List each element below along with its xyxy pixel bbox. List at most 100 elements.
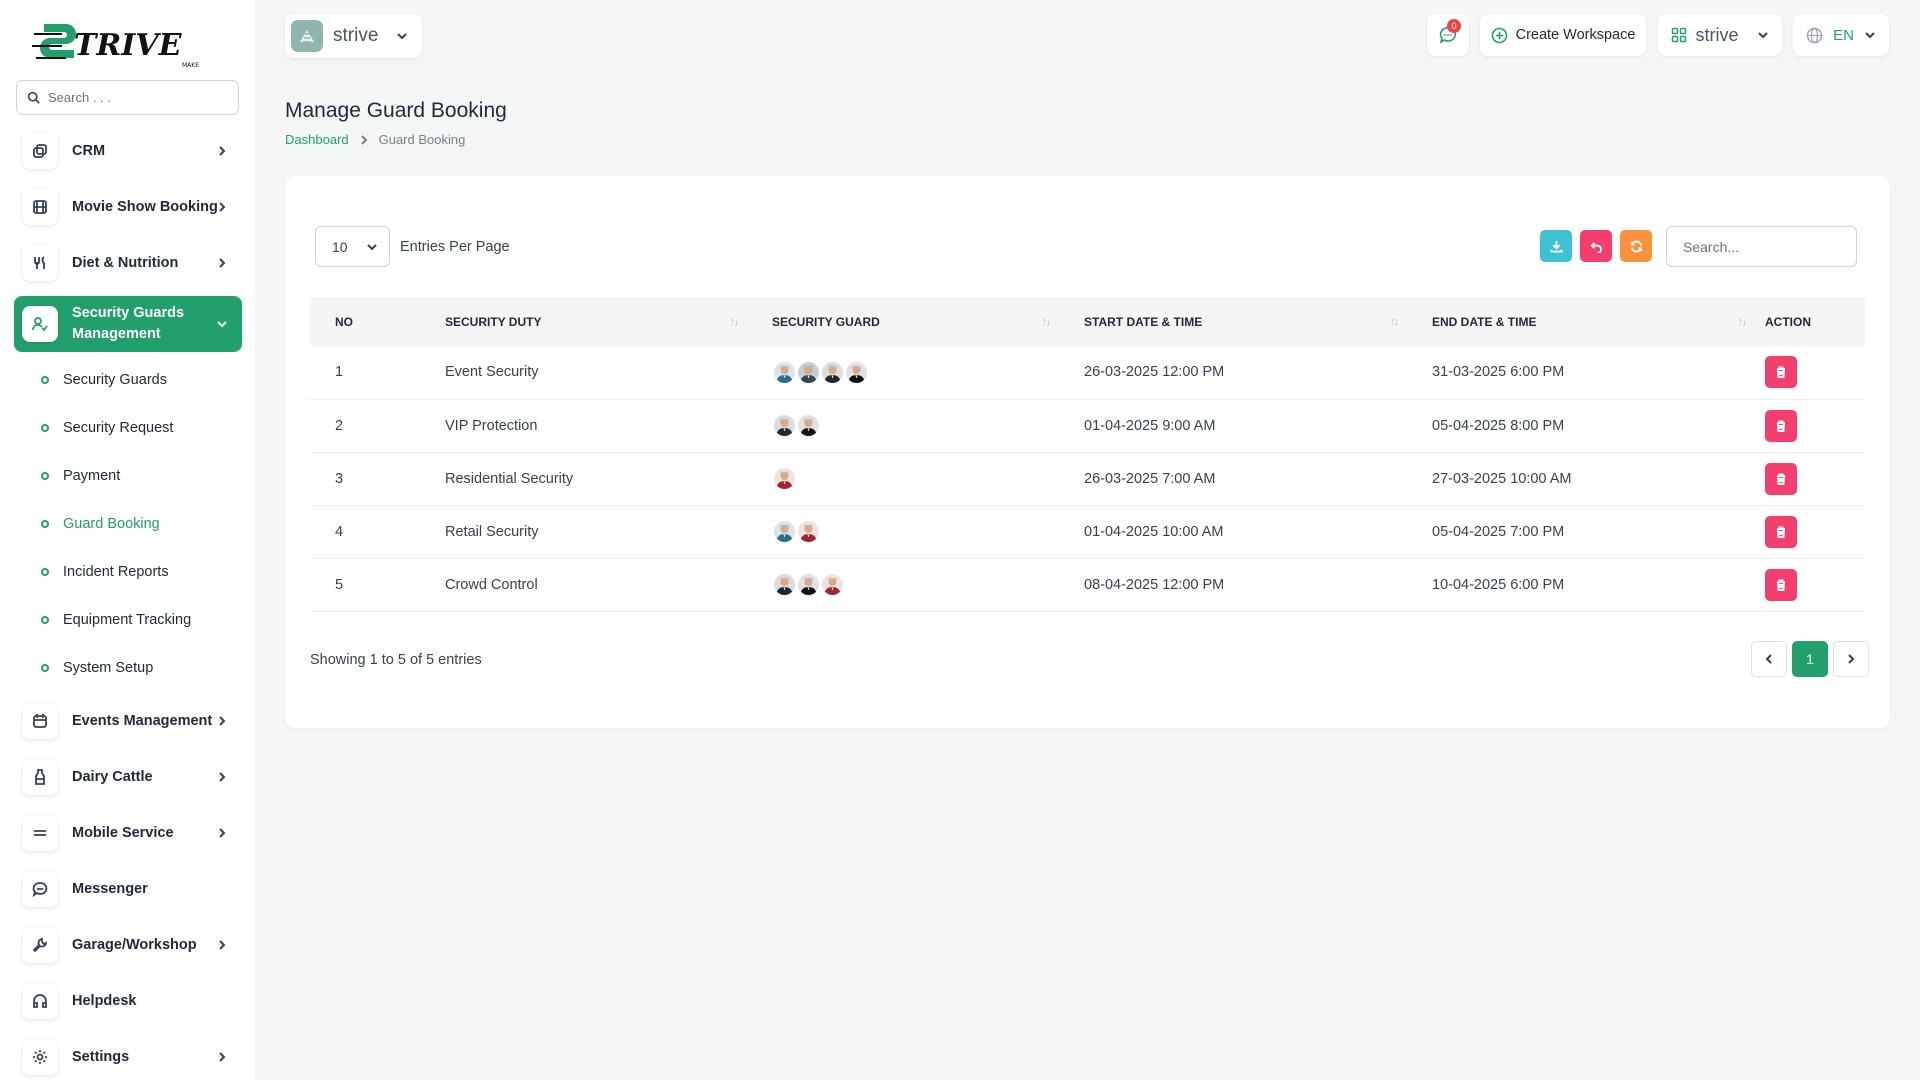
chevron-right-icon — [216, 771, 228, 783]
notification-badge: 0 — [1447, 19, 1461, 33]
col-header-security-guard[interactable]: SECURITY GUARD↑↓ — [747, 297, 1059, 346]
guard-avatar[interactable] — [772, 519, 797, 544]
sort-icon[interactable]: ↑↓ — [730, 316, 737, 328]
chevron-right-icon — [216, 257, 228, 269]
sidebar-item-helpdesk[interactable]: Helpdesk — [14, 978, 242, 1024]
sidebar-item-diet-nutrition[interactable]: Diet & Nutrition — [14, 240, 242, 286]
cell-start-date: 08-04-2025 12:00 PM — [1059, 558, 1407, 611]
sort-icon[interactable]: ↑↓ — [1390, 316, 1397, 328]
col-header-end-date[interactable]: END DATE & TIME↑↓ — [1407, 297, 1755, 346]
guard-avatar[interactable] — [772, 360, 797, 385]
sidebar-item-security-guards-management[interactable]: Security Guards Management — [14, 296, 242, 352]
guard-avatar[interactable] — [772, 413, 797, 438]
cell-security-guards — [747, 452, 1059, 505]
sidebar-item-crm[interactable]: CRM — [14, 128, 242, 174]
sidebar-search-placeholder: Search . . . — [48, 90, 111, 105]
sidebar-item-events-management[interactable]: Events Management — [14, 698, 242, 744]
guard-avatar[interactable] — [796, 360, 821, 385]
next-page-button[interactable] — [1833, 641, 1869, 677]
trash-icon — [1775, 366, 1787, 378]
chevron-right-icon — [216, 201, 228, 213]
messages-button[interactable]: 0 — [1427, 14, 1469, 56]
export-button[interactable] — [1540, 230, 1572, 262]
cell-no: 5 — [310, 558, 420, 611]
submenu-label: Security Request — [63, 420, 173, 436]
gear-icon — [22, 1039, 58, 1075]
user-check-icon — [22, 306, 58, 342]
guard-avatar[interactable] — [796, 572, 821, 597]
col-header-security-duty[interactable]: SECURITY DUTY↑↓ — [420, 297, 747, 346]
globe-icon — [1806, 27, 1823, 44]
delete-button[interactable] — [1765, 569, 1797, 601]
submenu-item-security-request[interactable]: Security Request — [14, 404, 242, 452]
avatar-group — [772, 572, 1059, 597]
submenu-item-system-setup[interactable]: System Setup — [14, 644, 242, 692]
sidebar-item-label: Settings — [72, 1047, 129, 1068]
cell-end-date: 27-03-2025 10:00 AM — [1407, 452, 1755, 505]
sort-icon[interactable]: ↑↓ — [1738, 316, 1745, 328]
page-button[interactable]: 1 — [1792, 641, 1828, 677]
sidebar-item-messenger[interactable]: Messenger — [14, 866, 242, 912]
guard-avatar[interactable] — [820, 572, 845, 597]
create-workspace-label: Create Workspace — [1516, 27, 1636, 43]
cell-no: 3 — [310, 452, 420, 505]
guard-avatar[interactable] — [772, 572, 797, 597]
cell-no: 2 — [310, 399, 420, 452]
cell-security-guards — [747, 505, 1059, 558]
cell-end-date: 05-04-2025 7:00 PM — [1407, 505, 1755, 558]
submenu-item-incident-reports[interactable]: Incident Reports — [14, 548, 242, 596]
submenu-item-equipment-tracking[interactable]: Equipment Tracking — [14, 596, 242, 644]
submenu-item-guard-booking[interactable]: Guard Booking — [14, 500, 242, 548]
sidebar: TRIVE MAKE Search . . . CRM Movie Show B… — [0, 0, 255, 1080]
trash-icon — [1775, 473, 1787, 485]
chevron-down-icon — [1757, 29, 1769, 41]
refresh-button[interactable] — [1620, 230, 1652, 262]
guard-avatar[interactable] — [820, 360, 845, 385]
guard-avatar[interactable] — [796, 413, 821, 438]
bullet-icon — [41, 664, 49, 672]
sidebar-item-dairy-cattle[interactable]: Dairy Cattle — [14, 754, 242, 800]
submenu-item-payment[interactable]: Payment — [14, 452, 242, 500]
delete-button[interactable] — [1765, 516, 1797, 548]
sidebar-item-garage-workshop[interactable]: Garage/Workshop — [14, 922, 242, 968]
guard-avatar[interactable] — [796, 519, 821, 544]
delete-button[interactable] — [1765, 356, 1797, 388]
submenu-item-security-guards[interactable]: Security Guards — [14, 356, 242, 404]
breadcrumb-dashboard-link[interactable]: Dashboard — [285, 132, 349, 147]
bullet-icon — [41, 424, 49, 432]
workspace-switcher[interactable]: strive — [285, 14, 422, 58]
cell-no: 4 — [310, 505, 420, 558]
sidebar-item-label: Dairy Cattle — [72, 767, 153, 788]
delete-button[interactable] — [1765, 463, 1797, 495]
delete-button[interactable] — [1765, 410, 1797, 442]
sidebar-item-movie-show-booking[interactable]: Movie Show Booking — [14, 184, 242, 230]
cell-end-date: 05-04-2025 8:00 PM — [1407, 399, 1755, 452]
chevron-right-icon — [216, 939, 228, 951]
sidebar-item-label: Events Management — [72, 711, 212, 732]
undo-icon — [1590, 240, 1603, 253]
sort-icon[interactable]: ↑↓ — [1042, 316, 1049, 328]
create-workspace-button[interactable]: Create Workspace — [1480, 14, 1646, 56]
apps-icon — [1671, 27, 1687, 43]
submenu-label: Incident Reports — [63, 564, 169, 580]
user-workspace-dropdown[interactable]: strive — [1658, 14, 1782, 56]
sidebar-item-mobile-service[interactable]: Mobile Service — [14, 810, 242, 856]
entries-select[interactable]: 10 — [315, 226, 390, 267]
table-row: 2 VIP Protection 01-04-2025 9:00 AM 05-0… — [310, 399, 1865, 452]
bullet-icon — [41, 376, 49, 384]
chevron-down-icon — [1864, 29, 1876, 41]
strive-logo[interactable]: TRIVE MAKE — [30, 18, 210, 70]
guard-avatar[interactable] — [772, 466, 797, 491]
language-dropdown[interactable]: EN — [1793, 14, 1889, 56]
col-header-start-date[interactable]: START DATE & TIME↑↓ — [1059, 297, 1407, 346]
cell-start-date: 26-03-2025 7:00 AM — [1059, 452, 1407, 505]
prev-page-button[interactable] — [1751, 641, 1787, 677]
reset-button[interactable] — [1580, 230, 1612, 262]
sidebar-item-settings[interactable]: Settings — [14, 1034, 242, 1080]
sidebar-search[interactable]: Search . . . — [16, 80, 239, 115]
cell-action — [1755, 399, 1865, 452]
guard-avatar[interactable] — [844, 360, 869, 385]
table-search-input[interactable] — [1666, 226, 1857, 267]
chevron-right-icon — [216, 715, 228, 727]
pagination-summary: Showing 1 to 5 of 5 entries — [310, 652, 482, 668]
